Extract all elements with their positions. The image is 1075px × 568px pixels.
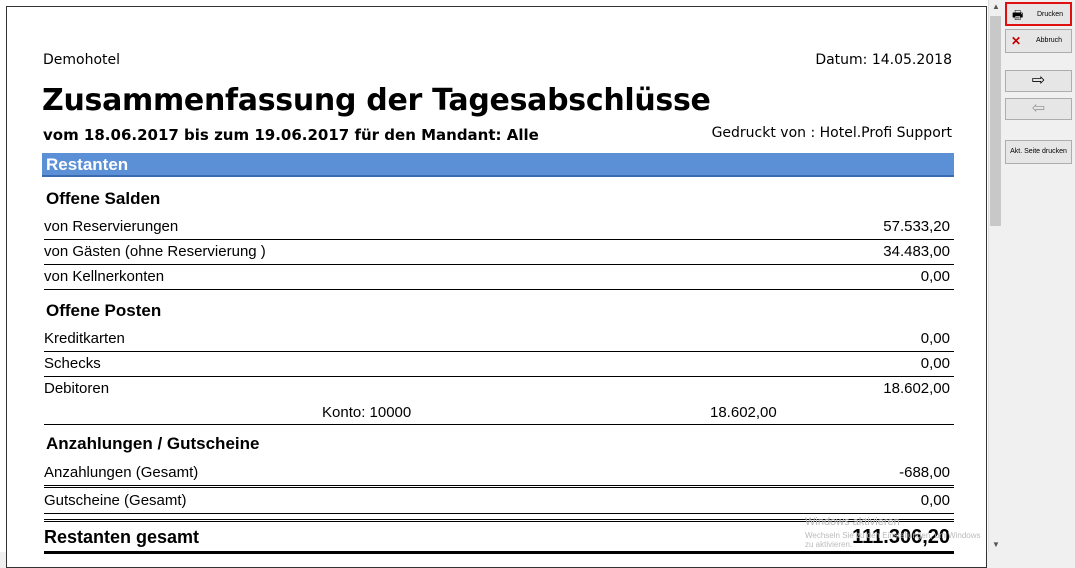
print-button[interactable]: 🖶 Drucken [1005, 2, 1072, 26]
row-value: 0,00 [920, 355, 950, 372]
group-title-offene-salden: Offene Salden [46, 189, 161, 208]
print-current-page-button[interactable]: Akt. Seite drucken [1005, 140, 1072, 164]
table-row: Anzahlungen (Gesamt) -688,00 [44, 461, 954, 488]
prev-page-button[interactable]: ⇦ [1005, 98, 1072, 120]
report-date: Datum: 14.05.2018 [815, 52, 952, 68]
scroll-thumb[interactable] [990, 16, 1001, 226]
table-row: von Reservierungen 57.533,20 [44, 215, 954, 240]
row-value: 57.533,20 [883, 218, 950, 235]
scroll-down-icon[interactable]: ▼ [989, 538, 1003, 552]
table-row: Schecks 0,00 [44, 352, 954, 377]
arrow-right-icon: ⇨ [1031, 72, 1046, 89]
account-label: Konto: 10000 [322, 404, 412, 421]
next-page-button[interactable]: ⇨ [1005, 70, 1072, 92]
row-label: von Kellnerkonten [44, 268, 165, 285]
table-row: von Gästen (ohne Reservierung ) 34.483,0… [44, 240, 954, 265]
print-button-label: Drucken [1037, 11, 1064, 18]
row-label: von Reservierungen [44, 218, 179, 235]
hotel-name: Demohotel [43, 52, 121, 68]
vertical-scrollbar[interactable]: ▲ ▼ [988, 0, 1003, 552]
cancel-button[interactable]: ✕ Abbruch [1005, 29, 1072, 53]
row-value: -688,00 [899, 464, 950, 481]
total-label: Restanten gesamt [44, 527, 200, 547]
report-viewer: Demohotel Datum: 14.05.2018 Zusammenfass… [0, 0, 988, 568]
table-row: Kreditkarten 0,00 [44, 327, 954, 352]
report-page: Demohotel Datum: 14.05.2018 Zusammenfass… [6, 6, 987, 568]
activation-watermark-text: Wechseln Sie zu den Einstellungen, um Wi… [805, 531, 981, 549]
table-subrow: Konto: 10000 18.602,00 [44, 402, 954, 425]
row-label: Gutscheine (Gesamt) [44, 492, 187, 509]
group-title-anzahlungen: Anzahlungen / Gutscheine [46, 434, 260, 453]
row-value: 0,00 [920, 268, 950, 285]
table-row: Gutscheine (Gesamt) 0,00 [44, 489, 954, 514]
row-label: Kreditkarten [44, 330, 125, 347]
section-header-restanten: Restanten [42, 153, 954, 177]
row-value: 0,00 [920, 330, 950, 347]
printer-icon: 🖶 [1012, 8, 1024, 22]
close-icon: ✕ [1011, 34, 1022, 48]
row-value: 0,00 [920, 492, 950, 509]
row-label: Anzahlungen (Gesamt) [44, 464, 199, 481]
row-label: Schecks [44, 355, 101, 372]
report-subtitle: vom 18.06.2017 bis zum 19.06.2017 für de… [43, 126, 539, 144]
account-value: 18.602,00 [710, 404, 777, 421]
scroll-up-icon[interactable]: ▲ [989, 0, 1003, 14]
row-value: 34.483,00 [883, 243, 950, 260]
printed-by: Gedruckt von : Hotel.Profi Support [711, 125, 952, 141]
activation-watermark-title: Windows aktivieren [805, 516, 900, 528]
report-title: Zusammenfassung der Tagesabschlüsse [42, 83, 711, 118]
table-row: von Kellnerkonten 0,00 [44, 265, 954, 290]
row-label: Debitoren [44, 380, 110, 397]
print-current-page-label: Akt. Seite drucken [1010, 148, 1067, 155]
table-row: Debitoren 18.602,00 [44, 377, 954, 401]
action-panel: 🖶 Drucken ✕ Abbruch ⇨ ⇦ Akt. Seite druck… [1002, 0, 1075, 552]
row-value: 18.602,00 [883, 380, 950, 397]
row-label: von Gästen (ohne Reservierung ) [44, 243, 266, 260]
arrow-left-icon: ⇦ [1031, 100, 1046, 117]
cancel-button-label: Abbruch [1036, 37, 1063, 44]
group-title-offene-posten: Offene Posten [46, 301, 162, 320]
